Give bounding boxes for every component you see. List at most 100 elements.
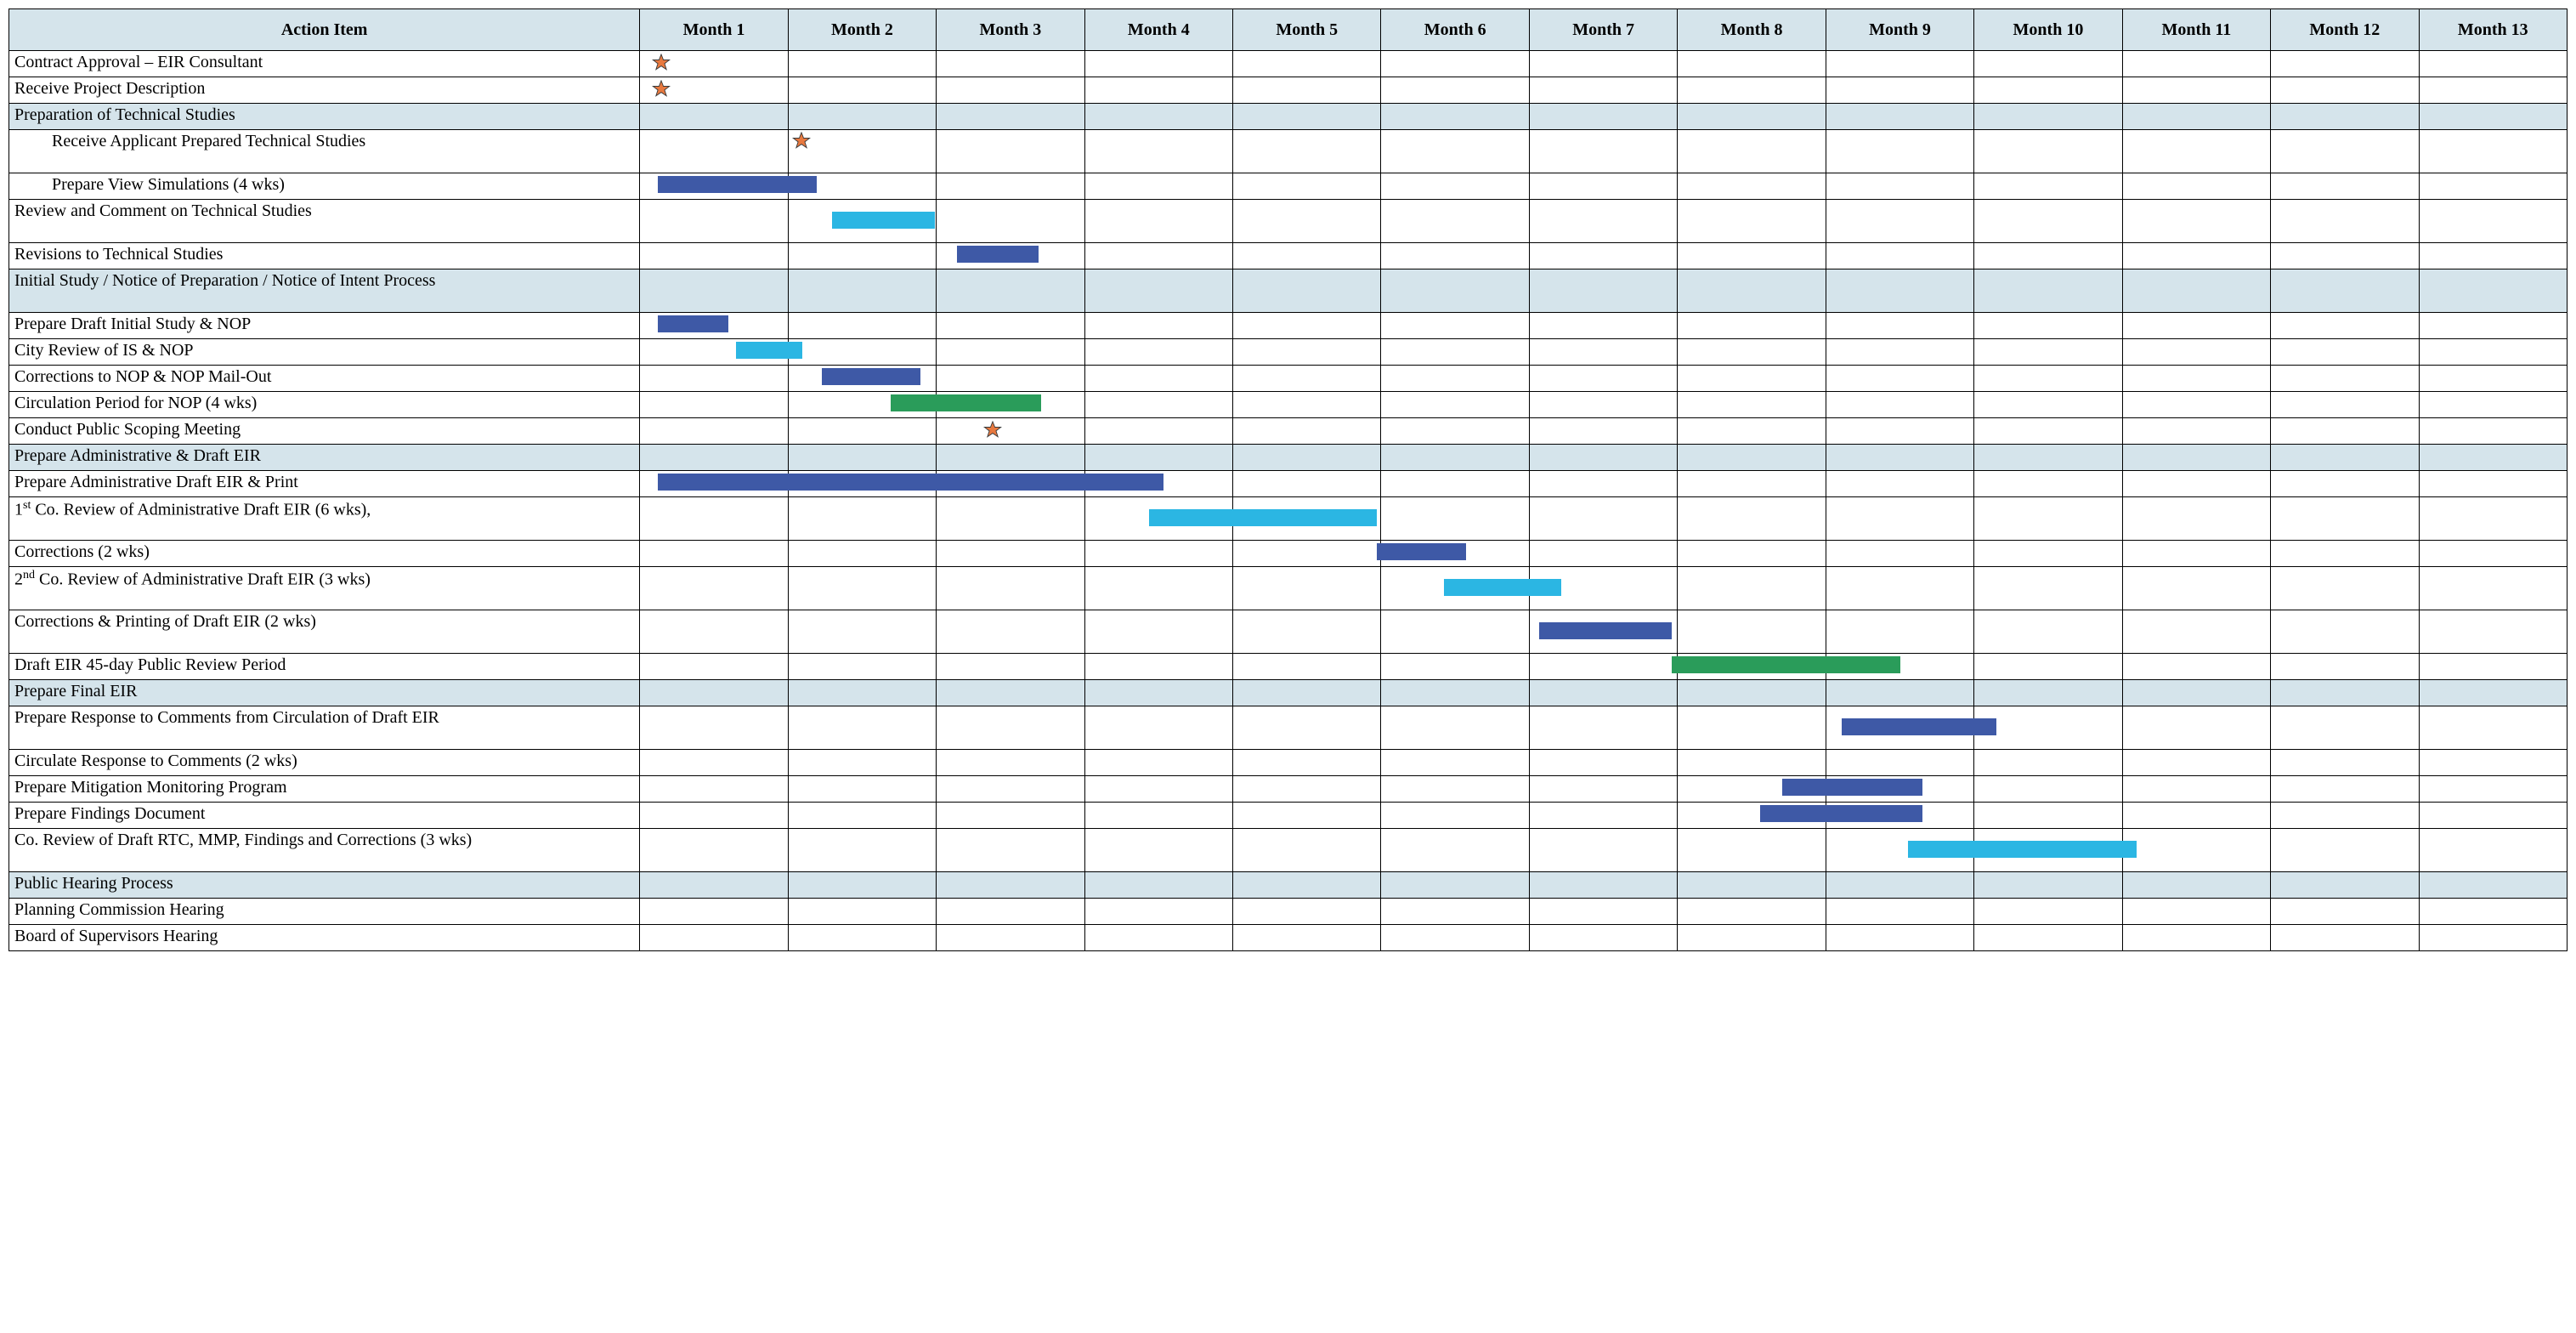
month-cell bbox=[2419, 872, 2567, 899]
month-cell bbox=[937, 541, 1084, 567]
month-cell bbox=[937, 366, 1084, 392]
month-cell bbox=[1381, 392, 1529, 418]
month-cell bbox=[2271, 803, 2419, 829]
month-cell bbox=[1678, 925, 1826, 951]
month-cell bbox=[1826, 339, 1973, 366]
month-cell bbox=[788, 200, 936, 243]
table-row: Circulate Response to Comments (2 wks) bbox=[9, 750, 2568, 776]
month-cell bbox=[1678, 269, 1826, 313]
month-cell bbox=[1529, 104, 1677, 130]
month-cell bbox=[2419, 610, 2567, 654]
month-cell bbox=[1678, 77, 1826, 104]
month-cell bbox=[788, 173, 936, 200]
month-cell bbox=[1233, 654, 1381, 680]
section-row: Preparation of Technical Studies bbox=[9, 104, 2568, 130]
month-cell bbox=[1084, 706, 1232, 750]
month-cell bbox=[1678, 173, 1826, 200]
header-month: Month 9 bbox=[1826, 9, 1973, 51]
month-cell bbox=[1974, 750, 2122, 776]
month-cell bbox=[1084, 104, 1232, 130]
table-row: 2nd Co. Review of Administrative Draft E… bbox=[9, 567, 2568, 610]
month-cell bbox=[1233, 829, 1381, 872]
milestone-star-icon bbox=[652, 80, 671, 99]
month-cell bbox=[2271, 497, 2419, 541]
month-cell bbox=[1381, 445, 1529, 471]
month-cell bbox=[1381, 173, 1529, 200]
month-cell bbox=[937, 899, 1084, 925]
month-cell bbox=[2419, 776, 2567, 803]
month-cell bbox=[937, 925, 1084, 951]
month-cell bbox=[640, 776, 788, 803]
month-cell bbox=[640, 366, 788, 392]
month-cell bbox=[1084, 51, 1232, 77]
month-cell bbox=[1381, 803, 1529, 829]
month-cell bbox=[2122, 418, 2270, 445]
month-cell bbox=[2419, 418, 2567, 445]
month-cell bbox=[1678, 366, 1826, 392]
month-cell bbox=[1233, 776, 1381, 803]
month-cell bbox=[1826, 104, 1973, 130]
month-cell bbox=[2271, 243, 2419, 269]
month-cell bbox=[1084, 872, 1232, 899]
table-row: Prepare Administrative Draft EIR & Print bbox=[9, 471, 2568, 497]
month-cell bbox=[640, 445, 788, 471]
month-cell bbox=[1974, 418, 2122, 445]
month-cell bbox=[1678, 541, 1826, 567]
month-cell bbox=[788, 829, 936, 872]
gantt-overlay bbox=[640, 366, 787, 391]
month-cell bbox=[2271, 471, 2419, 497]
section-row: Initial Study / Notice of Preparation / … bbox=[9, 269, 2568, 313]
month-cell bbox=[2122, 200, 2270, 243]
header-action: Action Item bbox=[9, 9, 640, 51]
month-cell bbox=[1529, 610, 1677, 654]
table-row: 1st Co. Review of Administrative Draft E… bbox=[9, 497, 2568, 541]
month-cell bbox=[1974, 173, 2122, 200]
month-cell bbox=[1678, 313, 1826, 339]
month-cell bbox=[2419, 51, 2567, 77]
month-cell bbox=[937, 339, 1084, 366]
row-label: 2nd Co. Review of Administrative Draft E… bbox=[9, 567, 640, 610]
month-cell bbox=[788, 803, 936, 829]
month-cell bbox=[1826, 130, 1973, 173]
row-label: Preparation of Technical Studies bbox=[9, 104, 640, 130]
month-cell bbox=[1974, 200, 2122, 243]
month-cell bbox=[1233, 925, 1381, 951]
month-cell bbox=[1233, 803, 1381, 829]
month-cell bbox=[788, 445, 936, 471]
month-cell bbox=[1233, 51, 1381, 77]
row-label: Prepare Response to Comments from Circul… bbox=[9, 706, 640, 750]
month-cell bbox=[2122, 392, 2270, 418]
month-cell bbox=[1233, 77, 1381, 104]
month-cell bbox=[1974, 269, 2122, 313]
header-month: Month 8 bbox=[1678, 9, 1826, 51]
month-cell bbox=[1529, 803, 1677, 829]
milestone-star-icon bbox=[652, 54, 671, 72]
month-cell bbox=[788, 750, 936, 776]
month-cell bbox=[788, 471, 936, 497]
month-cell bbox=[1678, 829, 1826, 872]
month-cell bbox=[1974, 567, 2122, 610]
month-cell bbox=[1678, 610, 1826, 654]
month-cell bbox=[937, 51, 1084, 77]
month-cell bbox=[1678, 872, 1826, 899]
header-month: Month 2 bbox=[788, 9, 936, 51]
month-cell bbox=[1381, 269, 1529, 313]
month-cell bbox=[1084, 680, 1232, 706]
row-label: Contract Approval – EIR Consultant bbox=[9, 51, 640, 77]
month-cell bbox=[1529, 750, 1677, 776]
month-cell bbox=[1084, 567, 1232, 610]
month-cell bbox=[2271, 269, 2419, 313]
gantt-overlay bbox=[640, 497, 787, 540]
month-cell bbox=[1381, 497, 1529, 541]
table-row: Contract Approval – EIR Consultant bbox=[9, 51, 2568, 77]
month-cell bbox=[1974, 803, 2122, 829]
month-cell bbox=[1974, 680, 2122, 706]
month-cell bbox=[2419, 654, 2567, 680]
month-cell bbox=[1233, 497, 1381, 541]
month-cell bbox=[788, 899, 936, 925]
header-month: Month 4 bbox=[1084, 9, 1232, 51]
month-cell bbox=[937, 680, 1084, 706]
month-cell bbox=[2419, 750, 2567, 776]
month-cell bbox=[1381, 706, 1529, 750]
month-cell bbox=[1826, 541, 1973, 567]
